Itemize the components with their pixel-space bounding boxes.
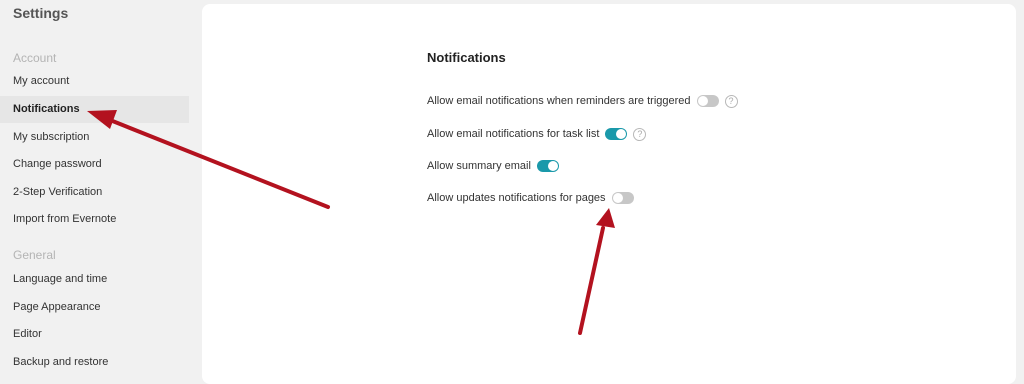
sidebar: Settings Account My account Notification… — [0, 0, 200, 375]
settings-panel: Notifications Allow email notifications … — [202, 4, 1016, 384]
section-label-account: Account — [13, 51, 57, 65]
toggle-knob — [547, 161, 558, 171]
toggle-knob — [616, 129, 627, 139]
setting-label: Allow summary email — [427, 160, 531, 172]
section-label-general: General — [13, 248, 56, 262]
toggle-page-updates[interactable] — [611, 192, 634, 204]
sidebar-item-my-account[interactable]: My account — [0, 68, 189, 95]
setting-row-task-list: Allow email notifications for task list … — [427, 125, 647, 143]
sidebar-title: Settings — [13, 5, 69, 21]
help-icon[interactable]: ? — [633, 127, 647, 141]
sidebar-item-page-appearance[interactable]: Page Appearance — [0, 294, 189, 321]
setting-row-reminders: Allow email notifications when reminders… — [427, 92, 738, 110]
setting-label: Allow updates notifications for pages — [427, 192, 606, 204]
help-icon[interactable]: ? — [724, 94, 738, 108]
sidebar-item-notifications[interactable]: Notifications — [0, 96, 189, 123]
page-title: Notifications — [427, 50, 506, 65]
setting-label: Allow email notifications when reminders… — [427, 95, 691, 107]
sidebar-item-backup-and-restore[interactable]: Backup and restore — [0, 349, 189, 376]
sidebar-item-language-and-time[interactable]: Language and time — [0, 266, 189, 293]
setting-label: Allow email notifications for task list — [427, 128, 600, 140]
toggle-task-list-email[interactable] — [605, 128, 628, 140]
toggle-knob — [612, 193, 623, 203]
sidebar-item-2-step-verification[interactable]: 2-Step Verification — [0, 179, 189, 206]
sidebar-item-editor[interactable]: Editor — [0, 321, 189, 348]
sidebar-item-change-password[interactable]: Change password — [0, 151, 189, 178]
setting-row-page-updates: Allow updates notifications for pages — [427, 189, 634, 207]
toggle-knob — [697, 96, 708, 106]
toggle-summary-email[interactable] — [536, 160, 559, 172]
setting-row-summary: Allow summary email — [427, 157, 559, 175]
sidebar-item-import-from-evernote[interactable]: Import from Evernote — [0, 206, 189, 233]
sidebar-item-my-subscription[interactable]: My subscription — [0, 124, 189, 151]
toggle-reminders-email[interactable] — [696, 95, 719, 107]
